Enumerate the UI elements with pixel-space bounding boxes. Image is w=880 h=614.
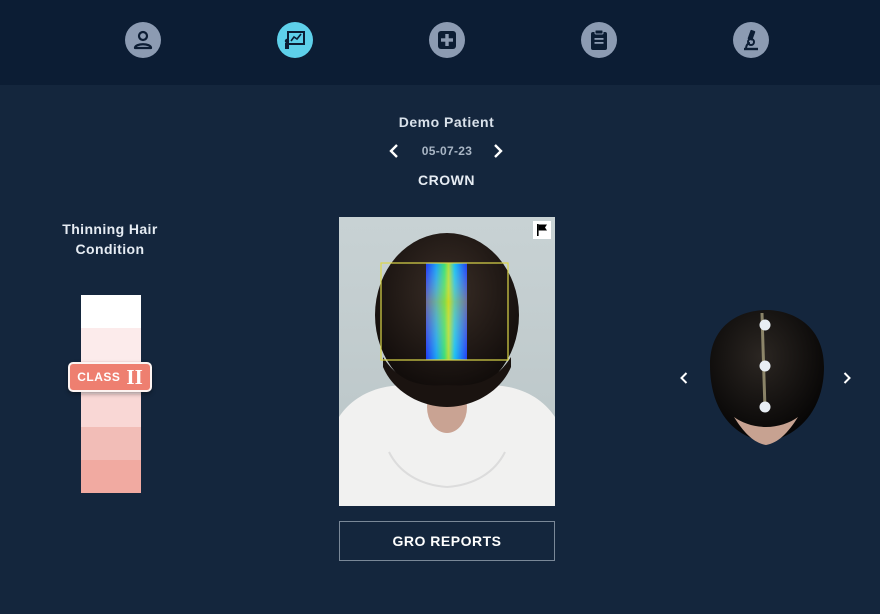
model-next-button[interactable] — [839, 368, 855, 388]
user-icon — [133, 30, 153, 50]
chevron-left-icon — [389, 144, 398, 158]
presentation-chart-icon — [284, 31, 305, 49]
clipboard-icon — [591, 29, 607, 50]
severity-scale — [81, 295, 141, 493]
nav-profile-button[interactable] — [125, 22, 161, 58]
condition-title: Thinning Hair Condition — [62, 221, 158, 257]
date-navigator: 05-07-23 — [383, 141, 511, 161]
microscope-icon — [744, 29, 758, 51]
nav-lab-button[interactable] — [733, 22, 769, 58]
next-date-button[interactable] — [487, 141, 509, 161]
nav-clipboard-button[interactable] — [581, 22, 617, 58]
previous-date-button[interactable] — [383, 141, 405, 161]
severity-level-5 — [81, 427, 141, 460]
model-prev-button[interactable] — [676, 368, 692, 388]
model-marker[interactable] — [759, 360, 771, 372]
nav-medical-button[interactable] — [429, 22, 465, 58]
model-marker[interactable] — [759, 319, 771, 331]
severity-level-2 — [81, 328, 141, 361]
nav-presentation-button[interactable] — [277, 22, 313, 58]
flag-icon — [537, 224, 547, 236]
model-marker[interactable] — [759, 401, 771, 413]
severity-level-4 — [81, 394, 141, 427]
session-date: 05-07-23 — [421, 144, 473, 158]
chevron-right-icon — [843, 372, 851, 384]
patient-name: Demo Patient — [398, 114, 495, 130]
scalp-analysis-photo[interactable] — [339, 217, 555, 506]
flag-image-button[interactable] — [533, 221, 551, 239]
chevron-right-icon — [494, 144, 503, 158]
class-value: II — [126, 365, 143, 389]
class-label: CLASS — [77, 370, 121, 384]
top-nav-bar — [0, 0, 880, 85]
chevron-left-icon — [680, 372, 688, 384]
head-model-3d[interactable] — [700, 305, 832, 453]
gro-reports-button[interactable]: GRO REPORTS — [339, 521, 555, 561]
medical-plus-icon — [438, 31, 456, 49]
class-badge: CLASS II — [68, 362, 152, 392]
scalp-view-label: CROWN — [418, 172, 475, 188]
severity-level-1 — [81, 295, 141, 328]
severity-level-6 — [81, 460, 141, 493]
